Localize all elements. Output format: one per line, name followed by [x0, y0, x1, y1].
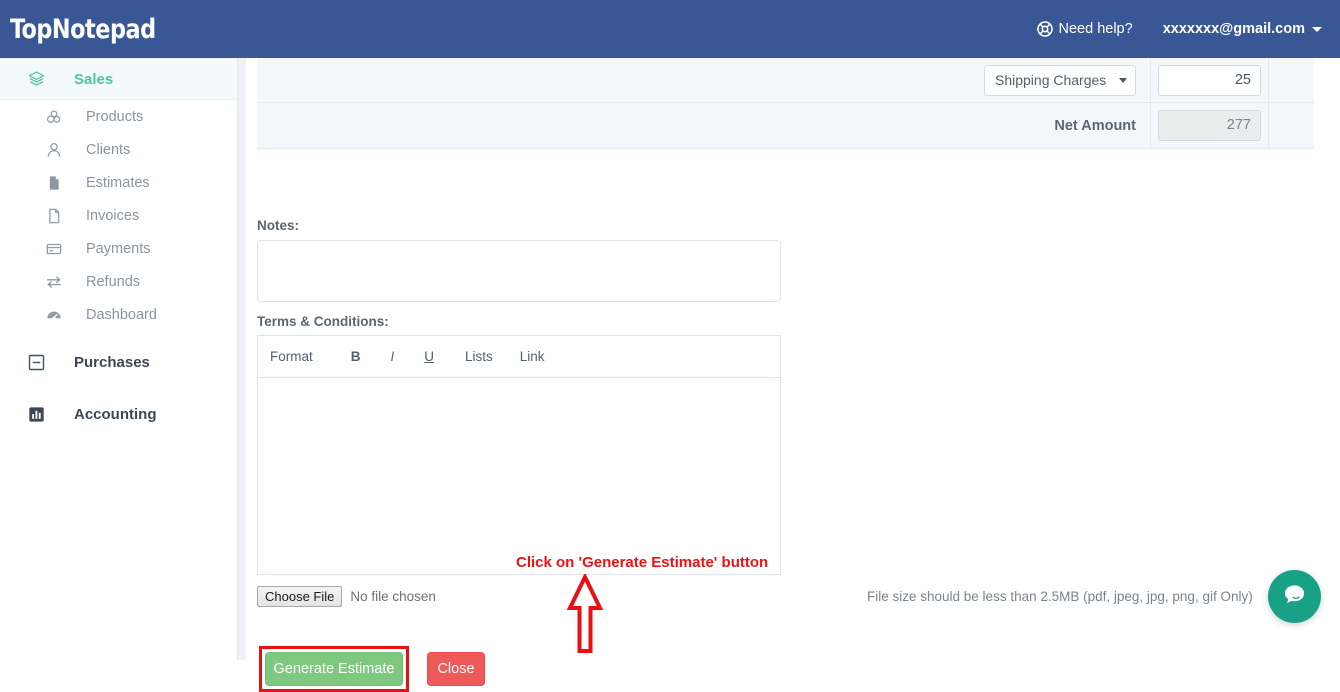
- lists-button[interactable]: Lists: [465, 349, 493, 364]
- format-button[interactable]: Format: [270, 349, 313, 364]
- sidebar-group-sales[interactable]: Sales: [0, 58, 237, 100]
- sidebar-item-label-invoices: Invoices: [86, 207, 140, 224]
- sidebar-group-label-accounting: Accounting: [74, 405, 157, 423]
- app-logo[interactable]: TopNotepad: [10, 14, 156, 45]
- terms-conditions-body[interactable]: [258, 378, 780, 574]
- header-right-group: Need help? xxxxxxx@gmail.com: [1036, 21, 1322, 37]
- layers-icon: [26, 69, 46, 89]
- italic-button[interactable]: I: [391, 349, 395, 364]
- shipping-charges-select[interactable]: Shipping Charges: [984, 64, 1136, 96]
- close-button[interactable]: Close: [427, 652, 485, 686]
- attachment-row: Choose File No file chosen File size sho…: [257, 585, 1257, 607]
- totals-row-net-amount: Net Amount 277: [257, 103, 1314, 148]
- chat-bubble-icon: [1281, 581, 1308, 613]
- terms-conditions-label: Terms & Conditions:: [257, 314, 389, 329]
- net-amount-value: 277: [1158, 110, 1261, 141]
- sidebar-item-products[interactable]: Products: [0, 100, 237, 133]
- sidebar-item-label-estimates: Estimates: [86, 174, 150, 191]
- sidebar-item-invoices[interactable]: Invoices: [0, 199, 237, 232]
- link-button[interactable]: Link: [520, 349, 545, 364]
- underline-button[interactable]: U: [424, 349, 434, 364]
- sidebar-item-dashboard[interactable]: Dashboard: [0, 298, 237, 331]
- totals-amount-cell-net: 277: [1150, 103, 1269, 148]
- file-status-label: No file chosen: [350, 588, 436, 604]
- sidebar-item-estimates[interactable]: Estimates: [0, 166, 237, 199]
- choose-file-button[interactable]: Choose File: [257, 585, 343, 607]
- user-icon: [44, 140, 64, 160]
- net-amount-label: Net Amount: [1054, 117, 1136, 134]
- need-help-button[interactable]: Need help?: [1036, 21, 1133, 37]
- caret-down-icon: [1312, 26, 1322, 32]
- sidebar-group-accounting[interactable]: Accounting: [0, 393, 237, 435]
- sidebar-group-label-sales: Sales: [74, 70, 114, 88]
- document-outline-icon: [44, 206, 64, 226]
- sidebar-divider: [238, 58, 246, 660]
- terms-conditions-editor: Format B I U Lists Link: [257, 335, 781, 575]
- sidebar-navigation: Sales Products Clients Estimates Invoice…: [0, 58, 238, 660]
- bold-button[interactable]: B: [351, 349, 361, 364]
- sidebar-item-clients[interactable]: Clients: [0, 133, 237, 166]
- caret-down-icon: [1119, 77, 1127, 83]
- sidebar-item-payments[interactable]: Payments: [0, 232, 237, 265]
- generate-estimate-button[interactable]: Generate Estimate: [265, 652, 403, 686]
- sidebar-item-label-payments: Payments: [86, 240, 151, 257]
- sidebar-group-label-purchases: Purchases: [74, 353, 150, 371]
- top-header-bar: TopNotepad Need help? xxxxxxx@gmail.com: [0, 0, 1340, 58]
- need-help-label: Need help?: [1058, 21, 1133, 37]
- sidebar-group-purchases[interactable]: Purchases: [0, 341, 237, 383]
- notes-label: Notes:: [257, 218, 300, 233]
- gauge-icon: [44, 305, 64, 325]
- totals-charge-type-cell: Shipping Charges: [930, 64, 1150, 96]
- annotation-text: Click on 'Generate Estimate' button: [516, 554, 769, 571]
- account-menu[interactable]: xxxxxxx@gmail.com: [1163, 21, 1322, 37]
- chat-widget-button[interactable]: [1268, 570, 1321, 623]
- bar-chart-icon: [26, 404, 46, 424]
- sidebar-item-refunds[interactable]: Refunds: [0, 265, 237, 298]
- credit-card-icon: [44, 239, 64, 259]
- products-icon: [44, 107, 64, 127]
- rich-text-toolbar: Format B I U Lists Link: [258, 336, 780, 378]
- notes-textarea[interactable]: [257, 240, 781, 302]
- file-size-hint: File size should be less than 2.5MB (pdf…: [867, 588, 1253, 604]
- shipping-charges-input[interactable]: 25: [1158, 64, 1261, 96]
- sidebar-item-label-refunds: Refunds: [86, 273, 141, 290]
- document-filled-icon: [44, 173, 64, 193]
- shipping-charges-select-value: Shipping Charges: [995, 72, 1107, 88]
- sidebar-item-label-dashboard: Dashboard: [86, 306, 157, 323]
- exchange-arrows-icon: [44, 272, 64, 292]
- sidebar-item-label-clients: Clients: [86, 141, 131, 158]
- minus-box-icon: [26, 352, 46, 372]
- totals-row-shipping: Shipping Charges 25: [257, 57, 1314, 103]
- main-content-area: Shipping Charges 25 Net Amount 277 Notes…: [246, 57, 1340, 692]
- lifebuoy-icon: [1036, 21, 1053, 37]
- totals-amount-cell-shipping: 25: [1150, 57, 1269, 103]
- totals-table: Shipping Charges 25 Net Amount 277: [257, 57, 1314, 149]
- sidebar-item-label-products: Products: [86, 108, 144, 125]
- account-email-label: xxxxxxx@gmail.com: [1162, 21, 1305, 37]
